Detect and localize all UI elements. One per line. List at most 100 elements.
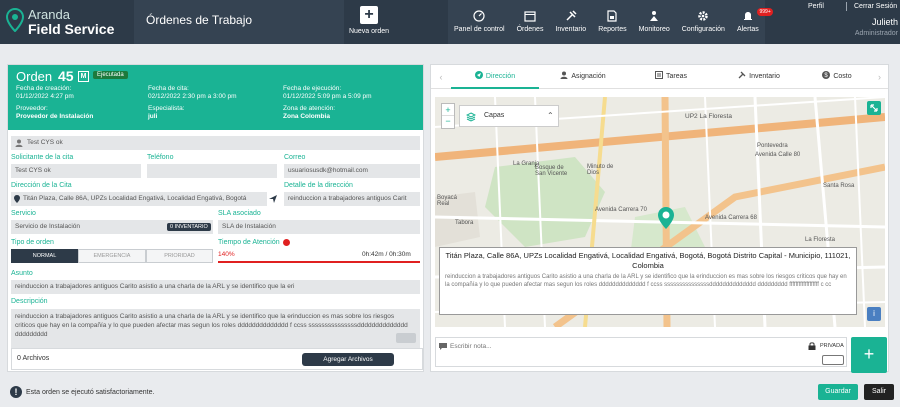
navigate-icon[interactable] [269,195,277,203]
camera-icon[interactable] [396,333,416,343]
nav-reportes[interactable]: Reportes [592,0,632,44]
nav-label: Reportes [598,26,627,33]
requester-label: Solicitante de la cita [11,154,74,161]
add-files-button[interactable]: Agregar Archivos [302,353,394,366]
attention-percent: 140% [218,251,235,258]
note-input[interactable] [450,340,790,352]
attention-time-label: Tiempo de Atención [218,239,280,246]
nav-ordenes[interactable]: Órdenes [511,0,550,44]
requester-field[interactable]: Test CYS ok [11,164,141,178]
tab-bar: ‹ Dirección Asignación Tareas Inventario… [431,65,888,89]
tab-inventario[interactable]: Inventario [715,65,803,89]
email-value: usuariosusdk@hotmail.com [288,167,368,174]
map-info-icon[interactable]: i [867,307,881,321]
order-title: Orden [16,69,53,84]
map-label: Avenida Calle 80 [755,152,801,158]
nav-panel-control[interactable]: Panel de control [448,0,511,44]
email-field[interactable]: usuariosusdk@hotmail.com [284,164,420,178]
logo-line2: Field Service [28,21,115,37]
note-composer: PRIVADA [435,337,847,367]
nav-label: Inventario [555,26,587,33]
nav-alertas[interactable]: 999+ Alertas [731,0,773,44]
tab-label: Dirección [485,73,516,80]
add-note-button[interactable]: + [851,337,887,373]
inventory-count-chip[interactable]: 0 INVENTARIO [167,223,211,231]
order-header: Orden 45 M Ejecutada Fecha de creación: … [8,65,423,130]
popup-title: Titán Plaza, Calle 86A, UPZs Localidad E… [445,251,851,270]
tools-icon [565,10,577,22]
private-toggle[interactable]: PRIVADA [820,343,844,349]
type-priority-option[interactable]: PRIORIDAD [146,249,213,263]
tab-label: Costo [833,73,852,80]
divider [846,2,847,11]
address-detail-field[interactable]: reinduccion a trabajadores antiguos Cari… [284,192,420,206]
page-title-area: Órdenes de Trabajo [134,0,344,44]
send-icon [474,71,483,79]
map-popup: Titán Plaza, Calle 86A, UPZs Localidad E… [439,247,857,315]
gear-icon [697,10,709,22]
tab-scroll-right-icon[interactable]: › [871,65,888,88]
nav-label: Panel de control [454,26,505,33]
zoom-in-button[interactable]: + [442,104,454,116]
user-area: Perfil Cerrar Sesión Julieth Administrad… [800,0,900,44]
nav-monitoreo[interactable]: Monitoreo [633,0,676,44]
client-field[interactable]: Test CYS ok [11,136,420,150]
sla-label: SLA asociado [218,210,261,217]
nav-configuracion[interactable]: Configuración [676,0,731,44]
order-type-badge: M [78,71,89,82]
meta-value: 01/12/2022 5:09 pm a 5:09 pm [283,93,372,100]
description-field[interactable]: reinduccion a trabajadores antiguos Cari… [11,309,420,349]
popup-text: reinduccion a trabajadores antiguos Cari… [445,274,847,288]
subject-field[interactable]: reinduccion a trabajadores antiguos Cari… [11,280,420,294]
type-normal-option[interactable]: NORMAL [11,249,78,263]
attention-time-value: 0h:42m / 0h:30m [362,251,411,258]
status-badge: Ejecutada [93,71,128,79]
subject-label: Asunto [11,270,33,277]
monitor-icon [648,10,660,22]
nav-label: Monitoreo [638,26,670,33]
bell-icon [742,10,754,22]
map-label: UP2 La Floresta [685,113,732,120]
nav-inventario[interactable]: Inventario [549,0,592,44]
save-button[interactable]: Guardar [818,384,858,400]
map-label: Avenida Carrera 68 [705,215,757,221]
tab-label: Tareas [665,73,687,80]
tab-scroll-left-icon[interactable]: ‹ [431,65,451,88]
tab-label: Asignación [571,73,606,80]
type-emergency-option[interactable]: EMERGENCIA [78,249,146,263]
user-icon [15,139,23,147]
meta-label: Fecha de ejecución: [283,85,342,92]
app-logo[interactable]: Aranda Field Service [6,6,136,38]
phone-field[interactable] [147,164,277,178]
map-label: Santa Rosa [823,183,855,189]
option-label: EMERGENCIA [93,253,131,259]
money-icon: $ [822,71,831,79]
tab-tareas[interactable]: Tareas [627,65,715,89]
camera-icon[interactable] [822,355,844,365]
sla-field[interactable]: SLA de Instalación [218,220,420,234]
map-view[interactable]: La Granja Minuto de Dios Bosque de San V… [435,97,885,327]
exit-button[interactable]: Salir [864,384,894,400]
tab-costo[interactable]: $ Costo [803,65,871,89]
address-detail-label: Detalle de la dirección [284,182,353,189]
location-marker-icon[interactable] [658,207,674,229]
tab-asignacion[interactable]: Asignación [539,65,627,89]
address-field[interactable]: Titán Plaza, Calle 86A, UPZs Localidad E… [11,192,267,206]
map-label: La Floresta [805,237,836,243]
fullscreen-button[interactable] [867,101,881,115]
layers-dropdown[interactable]: Capas ⌃ [459,105,559,127]
exclamation-icon: ! [10,386,22,398]
meta-label: Proveedor: [16,105,48,112]
nav-label: Alertas [736,26,759,33]
tab-label: Inventario [749,73,780,80]
profile-link[interactable]: Perfil [808,3,824,10]
tab-direccion[interactable]: Dirección [451,65,539,89]
tools-icon [738,71,746,79]
sla-value: SLA de Instalación [222,223,276,230]
order-detail-panel: Orden 45 M Ejecutada Fecha de creación: … [7,64,424,372]
logout-link[interactable]: Cerrar Sesión [854,3,897,10]
plus-icon: + [360,6,378,24]
new-order-button[interactable]: + Nueva orden [346,6,392,40]
zoom-out-button[interactable]: − [442,116,454,128]
email-label: Correo [284,154,306,161]
